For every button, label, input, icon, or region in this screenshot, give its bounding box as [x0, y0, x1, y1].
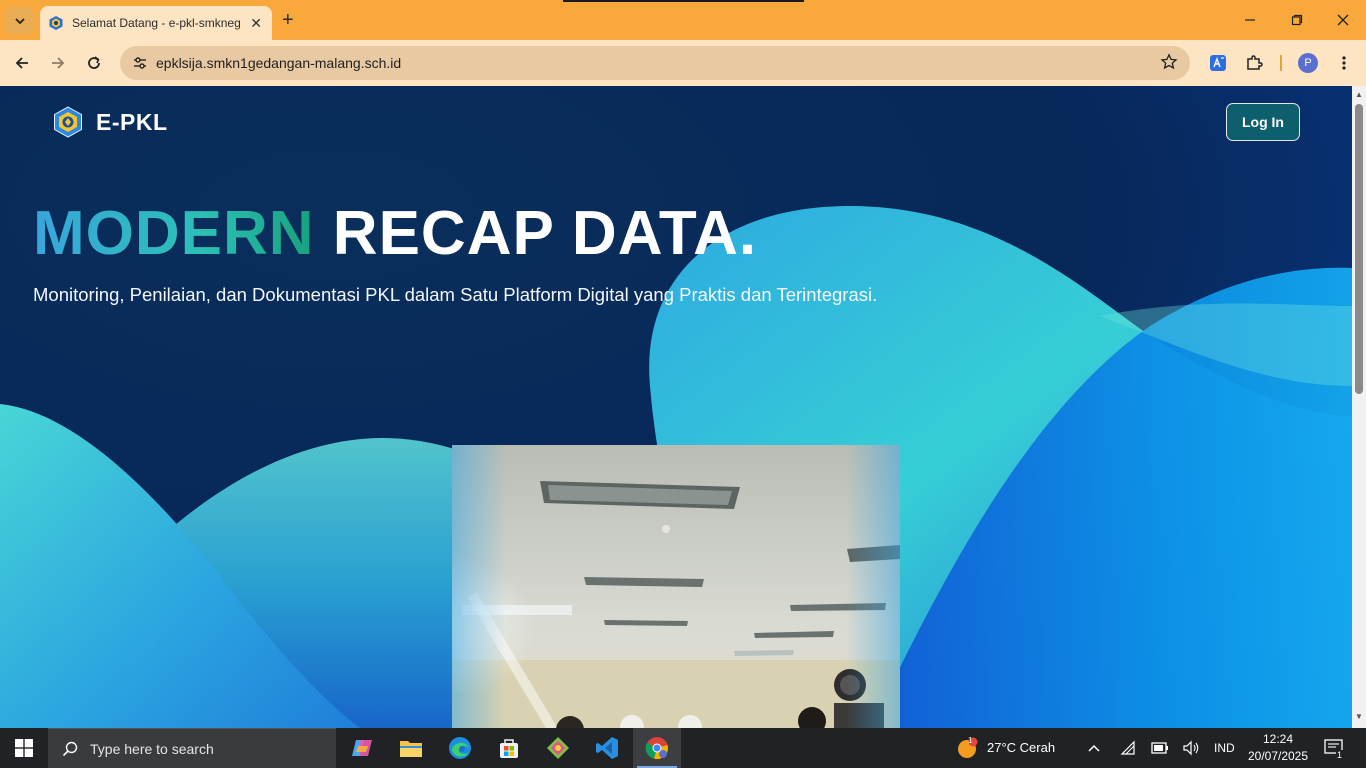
volume-icon[interactable]: [1182, 740, 1200, 756]
folder-icon: [400, 741, 422, 757]
vscode-icon: [596, 737, 618, 759]
taskbar-vscode[interactable]: [583, 728, 631, 768]
taskbar-edge[interactable]: [436, 728, 484, 768]
brand[interactable]: E-PKL: [52, 106, 168, 138]
login-button[interactable]: Log In: [1226, 103, 1300, 141]
taskbar-chrome[interactable]: [633, 728, 681, 768]
restore-button[interactable]: [1277, 8, 1317, 32]
diamond-app-icon: [547, 737, 569, 759]
restore-icon: [1291, 14, 1303, 26]
weather-sun-icon[interactable]: [956, 737, 978, 759]
scroll-down-icon[interactable]: ▼: [1355, 712, 1363, 721]
tab-search-button[interactable]: [6, 7, 33, 34]
url-text[interactable]: epklsija.smkn1gedangan-malang.sch.id: [156, 55, 401, 71]
reload-icon: [88, 56, 100, 69]
close-window-button[interactable]: [1323, 8, 1363, 32]
notification-count: 1: [1336, 750, 1344, 760]
language-indicator[interactable]: IND: [1214, 741, 1235, 755]
clock-time: 12:24: [1262, 732, 1294, 746]
search-placeholder: Type here to search: [90, 740, 214, 757]
hero-photo: [452, 445, 900, 728]
puzzle-icon: [1247, 55, 1263, 70]
hero-title-rest: RECAP DATA.: [332, 199, 758, 268]
page-scrollbar[interactable]: ▲ ▼: [1352, 86, 1366, 728]
weather-text[interactable]: 27°C Cerah: [987, 740, 1055, 755]
edge-icon: [449, 737, 471, 759]
taskbar-search[interactable]: Type here to search: [48, 728, 336, 768]
back-button[interactable]: [10, 51, 34, 75]
minimize-icon: [1245, 19, 1255, 21]
hero-title: MODERN RECAP DATA.: [33, 198, 757, 269]
browser-menu-button[interactable]: [1333, 52, 1355, 74]
tab-title: Selamat Datang - e-pkl-smkneg: [72, 16, 240, 30]
toolbar-divider: [1280, 55, 1282, 71]
taskbar-git-app[interactable]: [534, 728, 582, 768]
browser-tab-active[interactable]: Selamat Datang - e-pkl-smkneg ✕: [40, 6, 272, 40]
new-tab-button[interactable]: +: [282, 9, 294, 31]
avatar-initial: P: [1304, 57, 1312, 69]
reload-button[interactable]: [82, 51, 106, 75]
minimize-button[interactable]: [1230, 8, 1270, 32]
browser-titlebar: Selamat Datang - e-pkl-smkneg ✕ +: [0, 0, 1366, 40]
clock-date: 20/07/2025: [1247, 749, 1309, 763]
tab-close-icon[interactable]: ✕: [250, 15, 262, 31]
school-logo-icon: [54, 106, 82, 138]
avatar: P: [1298, 53, 1318, 73]
start-button[interactable]: [0, 728, 48, 768]
taskbar-clock[interactable]: 12:24 20/07/2025: [1238, 731, 1318, 765]
chevron-up-icon[interactable]: [1087, 742, 1101, 754]
chevron-down-icon: [14, 17, 25, 24]
arrow-left-icon: [15, 57, 28, 69]
site-info-button[interactable]: [130, 53, 150, 73]
site-favicon-icon: [49, 16, 63, 30]
windows-taskbar: Type here to search 1 27°C Cerah IND 12:…: [0, 728, 1366, 768]
translate-extension-button[interactable]: [1207, 52, 1229, 74]
hero-title-accent: MODERN: [33, 199, 315, 268]
network-icon[interactable]: [1120, 740, 1136, 756]
store-icon: [500, 739, 518, 758]
address-bar[interactable]: epklsija.smkn1gedangan-malang.sch.id: [120, 46, 1190, 80]
close-icon: [1337, 14, 1349, 26]
extensions-button[interactable]: [1243, 52, 1265, 74]
copilot-icon: [352, 740, 372, 756]
brand-name: E-PKL: [96, 108, 168, 135]
chrome-icon: [645, 737, 668, 759]
taskbar-copilot[interactable]: [338, 728, 386, 768]
classroom-photo-image: [452, 445, 900, 728]
browser-toolbar: epklsija.smkn1gedangan-malang.sch.id P: [0, 40, 1366, 86]
arrow-right-icon: [52, 57, 65, 69]
taskbar-file-explorer[interactable]: [387, 728, 435, 768]
page-viewport: E-PKL Log In MODERN RECAP DATA. Monitori…: [0, 86, 1352, 728]
taskbar-store[interactable]: [485, 728, 533, 768]
profile-button[interactable]: P: [1297, 52, 1319, 74]
windows-logo-icon: [15, 739, 33, 757]
translate-icon: [1210, 55, 1226, 71]
bookmark-star-icon[interactable]: [1160, 53, 1178, 71]
search-icon: [62, 741, 78, 756]
window-notch: [563, 0, 804, 2]
hero-subtitle: Monitoring, Penilaian, dan Dokumentasi P…: [33, 284, 878, 305]
scroll-up-icon[interactable]: ▲: [1355, 90, 1363, 99]
forward-button[interactable]: [46, 51, 70, 75]
weather-badge: 1: [968, 736, 973, 745]
more-vertical-icon: [1342, 56, 1346, 70]
scrollbar-thumb[interactable]: [1355, 104, 1363, 394]
tune-icon: [134, 57, 146, 69]
battery-icon[interactable]: [1151, 741, 1169, 755]
